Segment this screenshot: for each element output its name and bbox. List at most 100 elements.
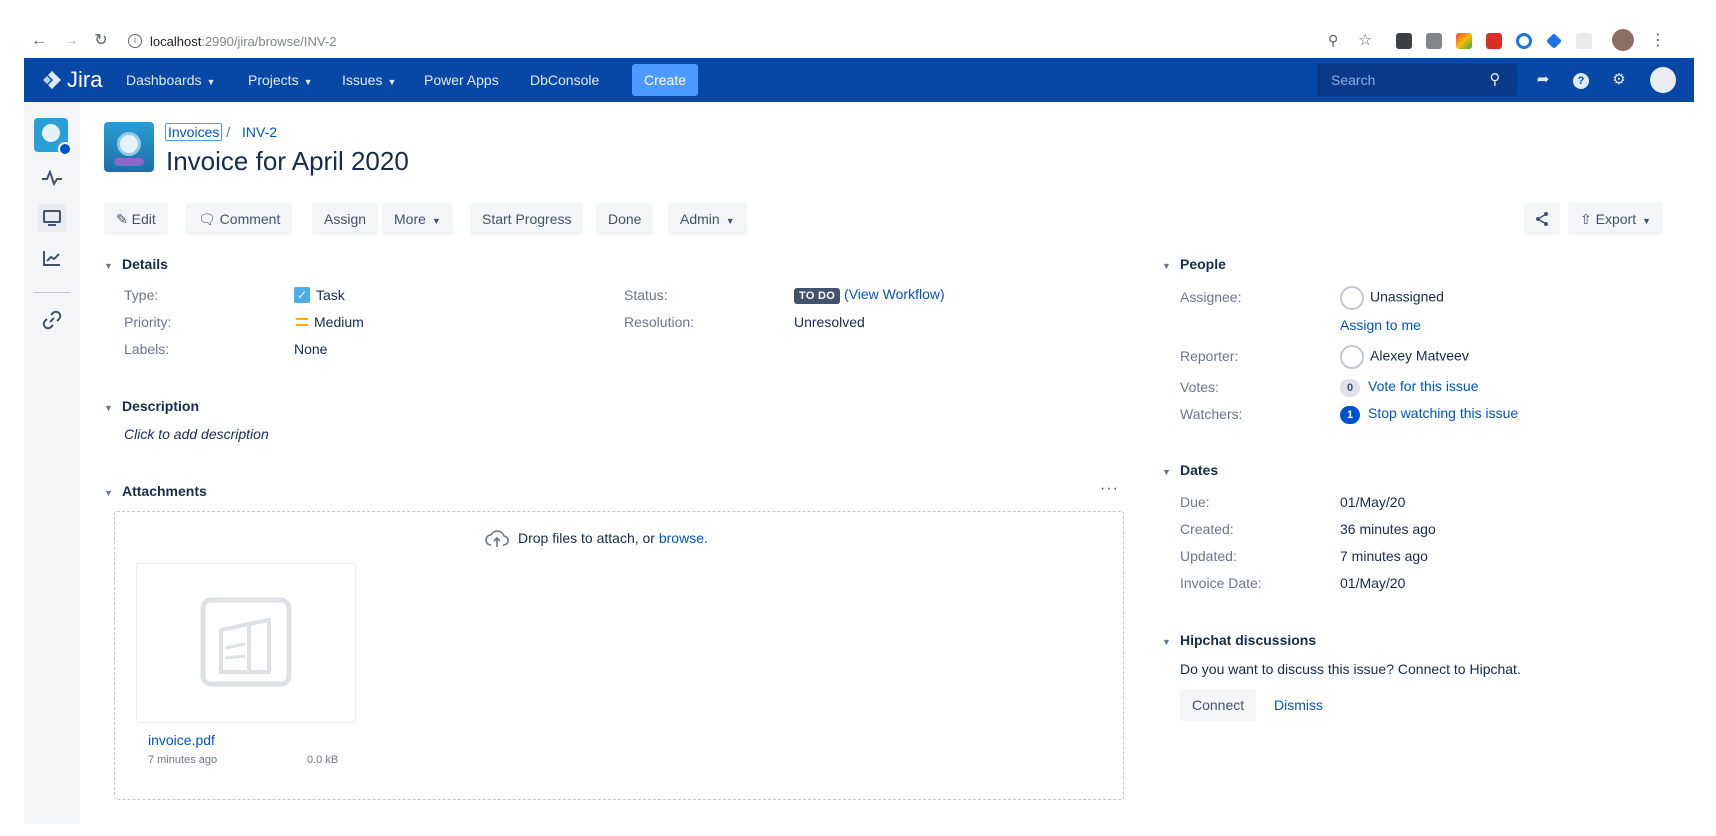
invoice-date-label: Invoice Date: <box>1180 575 1262 591</box>
reporter-value-text: Alexey Matveev <box>1370 347 1469 364</box>
nav-projects[interactable]: Projects ▼ <box>248 58 313 102</box>
settings-gear-icon[interactable]: ⚙ <box>1608 69 1630 91</box>
breadcrumb-issue-link[interactable]: INV-2 <box>242 124 277 140</box>
attachments-heading-label: Attachments <box>122 483 207 499</box>
share-button[interactable] <box>1524 203 1560 235</box>
nav-dashboards[interactable]: Dashboards ▼ <box>126 58 215 102</box>
breadcrumb-separator: / <box>226 124 231 140</box>
create-button[interactable]: Create <box>632 64 699 96</box>
done-button[interactable]: Done <box>596 203 654 235</box>
edit-button[interactable]: ✎ Edit <box>104 203 168 235</box>
chevron-down-icon: ▼ <box>104 488 113 498</box>
comment-button[interactable]: 🗨︎ Comment <box>186 203 293 235</box>
assignee-value[interactable]: Unassigned <box>1340 286 1444 310</box>
extension-icon-5[interactable] <box>1516 33 1532 49</box>
watchers-count[interactable]: 1 <box>1340 406 1360 424</box>
chevron-down-icon: ▼ <box>1162 467 1171 477</box>
due-label: Due: <box>1180 494 1210 510</box>
share-icon <box>1536 212 1548 226</box>
hipchat-heading-label: Hipchat discussions <box>1180 632 1317 648</box>
notifications-icon[interactable]: ➦ <box>1532 69 1554 91</box>
reload-icon[interactable]: ↻ <box>92 32 110 50</box>
view-workflow-link[interactable]: (View Workflow) <box>844 286 945 302</box>
dates-heading[interactable]: ▼ Dates <box>1162 462 1218 478</box>
people-heading-label: People <box>1180 256 1226 272</box>
people-heading[interactable]: ▼ People <box>1162 256 1226 272</box>
jira-logo-icon[interactable] <box>42 70 62 90</box>
address-bar[interactable]: i localhost:2990/jira/browse/INV-2 <box>128 26 1458 56</box>
document-icon <box>200 597 292 687</box>
nav-power-apps[interactable]: Power Apps <box>424 58 499 102</box>
search-icon[interactable]: ⚲ <box>1484 69 1506 91</box>
reporter-value[interactable]: Alexey Matveev <box>1340 345 1469 369</box>
nav-dbconsole[interactable]: DbConsole <box>530 58 599 102</box>
project-sidebar <box>24 102 80 824</box>
votes-label: Votes: <box>1180 379 1219 395</box>
connect-button[interactable]: Connect <box>1180 689 1257 721</box>
extension-icon-1[interactable] <box>1396 33 1412 49</box>
vote-link[interactable]: Vote for this issue <box>1368 378 1479 394</box>
project-avatar[interactable] <box>104 122 154 172</box>
back-icon[interactable]: ← <box>30 32 48 50</box>
extension-icon-7[interactable] <box>1576 33 1592 49</box>
details-heading[interactable]: ▼ Details <box>104 256 168 272</box>
stop-watching-link[interactable]: Stop watching this issue <box>1368 405 1518 421</box>
attachments-heading[interactable]: ▼ Attachments <box>104 483 207 499</box>
task-icon: ✓ <box>294 287 310 303</box>
start-progress-button[interactable]: Start Progress <box>470 203 584 235</box>
board-icon[interactable] <box>38 204 66 232</box>
browser-chrome: ← → ↻ i localhost:2990/jira/browse/INV-2… <box>24 24 1694 58</box>
attachments-options-icon[interactable]: ··· <box>1100 480 1119 498</box>
project-avatar-small[interactable] <box>34 118 72 156</box>
info-icon[interactable]: i <box>128 34 142 48</box>
reports-icon[interactable] <box>38 244 66 272</box>
breadcrumb-project-link[interactable]: Invoices <box>165 123 223 141</box>
forward-icon[interactable]: → <box>62 32 80 50</box>
nav-issues-label: Issues <box>342 72 383 88</box>
nav-issues[interactable]: Issues ▼ <box>342 58 396 102</box>
extension-icon-4[interactable] <box>1486 33 1502 49</box>
description-heading[interactable]: ▼ Description <box>104 398 199 414</box>
help-icon[interactable]: ? <box>1570 69 1592 91</box>
zoom-icon[interactable]: ⚲ <box>1328 32 1338 49</box>
extension-icon-6[interactable] <box>1546 33 1562 49</box>
user-avatar[interactable] <box>1650 67 1676 93</box>
link-icon[interactable] <box>38 306 66 334</box>
bookmark-star-icon[interactable]: ☆ <box>1358 30 1372 50</box>
status-badge[interactable]: TO DO <box>794 288 841 304</box>
details-heading-label: Details <box>122 256 168 272</box>
watchers-label: Watchers: <box>1180 406 1243 422</box>
type-label: Type: <box>124 287 159 303</box>
jira-logo-text[interactable]: Jira <box>67 58 102 102</box>
assignee-value-text: Unassigned <box>1370 288 1444 305</box>
chevron-down-icon: ▼ <box>303 77 313 87</box>
attachment-thumbnail[interactable] <box>136 563 356 723</box>
assign-to-me-link[interactable]: Assign to me <box>1340 317 1421 333</box>
reporter-avatar-icon <box>1340 345 1364 369</box>
chevron-down-icon: ▼ <box>1162 261 1171 271</box>
admin-button-label: Admin <box>680 211 720 227</box>
dismiss-link[interactable]: Dismiss <box>1274 697 1323 713</box>
priority-label: Priority: <box>124 314 172 330</box>
comment-icon: 🗨︎ <box>198 211 216 227</box>
extension-icon-3[interactable] <box>1456 33 1472 49</box>
assign-button[interactable]: Assign <box>312 203 379 235</box>
votes-count: 0 <box>1340 379 1360 397</box>
hipchat-heading[interactable]: ▼ Hipchat discussions <box>1162 632 1316 648</box>
admin-button[interactable]: Admin ▼ <box>668 203 747 235</box>
labels-value[interactable]: None <box>294 341 327 357</box>
description-placeholder[interactable]: Click to add description <box>124 426 269 442</box>
browser-menu-icon[interactable]: ⋮ <box>1650 30 1666 50</box>
export-button[interactable]: ⇧ Export ▼ <box>1568 203 1664 235</box>
attachment-file-link[interactable]: invoice.pdf <box>148 732 215 748</box>
extension-icon-2[interactable] <box>1426 33 1442 49</box>
unassigned-avatar-icon <box>1340 286 1364 310</box>
votes-value: 0 Vote for this issue <box>1340 378 1479 397</box>
updated-label: Updated: <box>1180 548 1237 564</box>
activity-icon[interactable] <box>38 164 66 192</box>
profile-avatar[interactable] <box>1612 29 1634 51</box>
browse-link[interactable]: browse. <box>659 530 708 546</box>
watchers-value: 1 Stop watching this issue <box>1340 405 1518 424</box>
chevron-down-icon: ▼ <box>104 403 113 413</box>
more-button[interactable]: More ▼ <box>382 203 453 235</box>
